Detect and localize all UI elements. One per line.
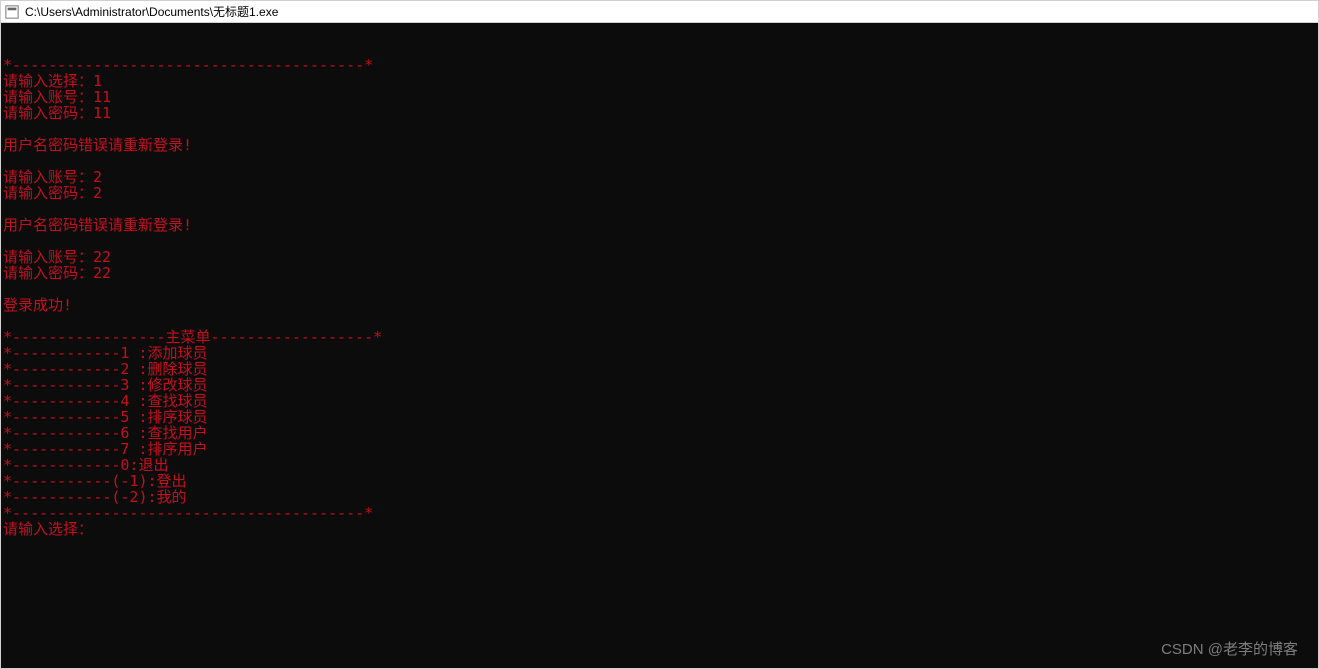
console-line: *---------------------------------------…: [3, 505, 1316, 521]
console-line: 请输入账号：11: [3, 89, 1316, 105]
console-line: *------------7 :排序用户: [3, 441, 1316, 457]
console-line: *---------------------------------------…: [3, 57, 1316, 73]
console-line: 请输入账号：2: [3, 169, 1316, 185]
title-bar[interactable]: C:\Users\Administrator\Documents\无标题1.ex…: [1, 1, 1318, 23]
console-line: 请输入密码：22: [3, 265, 1316, 281]
console-line: 请输入选择：: [3, 521, 1316, 537]
console-line: [3, 201, 1316, 217]
console-line: [3, 281, 1316, 297]
console-line: *-----------(-2):我的: [3, 489, 1316, 505]
console-line: *-----------(-1):登出: [3, 473, 1316, 489]
console-window: C:\Users\Administrator\Documents\无标题1.ex…: [0, 0, 1319, 669]
window-title: C:\Users\Administrator\Documents\无标题1.ex…: [25, 3, 278, 20]
app-icon: [5, 5, 19, 19]
console-line: [3, 233, 1316, 249]
console-line: [3, 121, 1316, 137]
console-line: 用户名密码错误请重新登录!: [3, 137, 1316, 153]
console-line: 请输入密码：2: [3, 185, 1316, 201]
console-line: 请输入账号：22: [3, 249, 1316, 265]
console-line: [3, 313, 1316, 329]
console-line: 登录成功!: [3, 297, 1316, 313]
console-line: *------------2 :删除球员: [3, 361, 1316, 377]
console-line: *-----------------主菜单------------------*: [3, 329, 1316, 345]
console-line: *------------5 :排序球员: [3, 409, 1316, 425]
console-line: 请输入选择：1: [3, 73, 1316, 89]
console-line: *------------3 :修改球员: [3, 377, 1316, 393]
console-line: 请输入密码：11: [3, 105, 1316, 121]
watermark: CSDN @老李的博客: [1161, 642, 1298, 658]
console-line: [3, 153, 1316, 169]
console-line: *------------1 :添加球员: [3, 345, 1316, 361]
console-line: *------------0:退出: [3, 457, 1316, 473]
console-line: 用户名密码错误请重新登录!: [3, 217, 1316, 233]
console-output[interactable]: *---------------------------------------…: [1, 23, 1318, 668]
console-line: *------------4 :查找球员: [3, 393, 1316, 409]
console-line: *------------6 :查找用户: [3, 425, 1316, 441]
